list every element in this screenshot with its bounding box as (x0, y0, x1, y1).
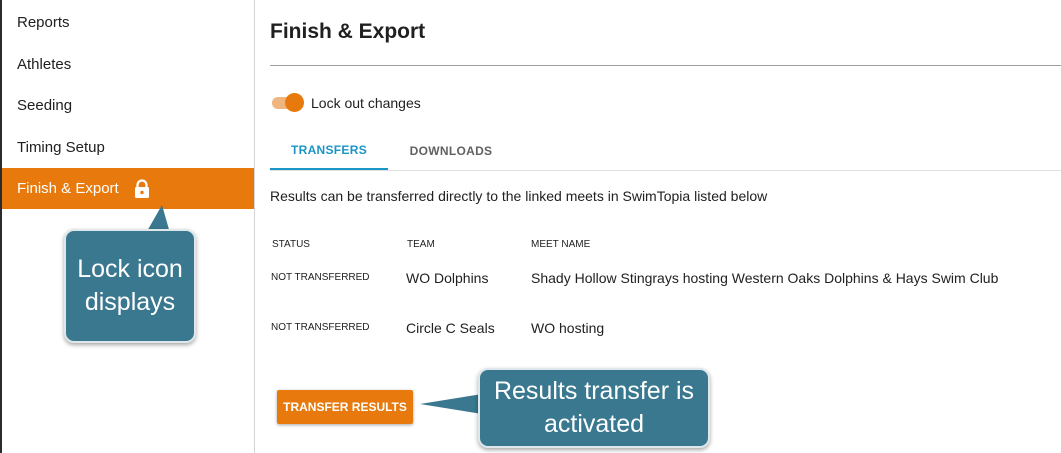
lock-out-changes-toggle[interactable] (270, 93, 304, 113)
page-title: Finish & Export (270, 20, 426, 43)
tab-downloads[interactable]: DOWNLOADS (390, 132, 512, 170)
tab-transfers[interactable]: TRANSFERS (270, 132, 388, 170)
sidebar-item-label: Athletes (17, 55, 72, 73)
column-header-meet-name: MEET NAME (531, 239, 591, 250)
lock-icon (133, 178, 151, 199)
sidebar-item-label: Timing Setup (17, 138, 105, 156)
sidebar-item-finish-export[interactable]: Finish & Export (2, 168, 254, 209)
transfer-results-button[interactable]: TRANSFER RESULTS (277, 390, 413, 424)
sidebar-item-reports[interactable]: Reports (2, 2, 254, 42)
divider (270, 65, 1061, 66)
sidebar-item-label: Reports (17, 13, 70, 31)
team-cell: Circle C Seals (406, 320, 495, 336)
toggle-thumb (285, 93, 304, 112)
team-cell: WO Dolphins (406, 270, 489, 286)
meet-name-cell: WO hosting (531, 320, 605, 336)
callout-text: Results transfer is activated (493, 377, 695, 438)
sidebar: Reports Athletes Seeding Timing Setup Fi… (2, 0, 255, 453)
toggle-label: Lock out changes (311, 95, 421, 111)
meet-name-cell: Shady Hollow Stingrays hosting Western O… (531, 270, 999, 286)
status-cell: NOT TRANSFERRED (271, 322, 370, 333)
sidebar-item-label: Seeding (17, 96, 73, 114)
lock-icon-callout: Lock icon displays (64, 229, 196, 343)
sidebar-item-seeding[interactable]: Seeding (2, 85, 254, 125)
transfer-description: Results can be transferred directly to t… (270, 188, 768, 204)
sidebar-item-timing-setup[interactable]: Timing Setup (2, 127, 254, 167)
column-header-team: TEAM (407, 239, 435, 250)
callout-pointer (420, 394, 482, 414)
transfer-callout: Results transfer is activated (478, 368, 710, 448)
sidebar-item-label: Finish & Export (17, 180, 119, 197)
status-cell: NOT TRANSFERRED (271, 272, 370, 283)
divider (270, 170, 1061, 171)
sidebar-item-athletes[interactable]: Athletes (2, 44, 254, 84)
callout-text: Lock icon displays (77, 255, 183, 316)
column-header-status: STATUS (272, 239, 310, 250)
